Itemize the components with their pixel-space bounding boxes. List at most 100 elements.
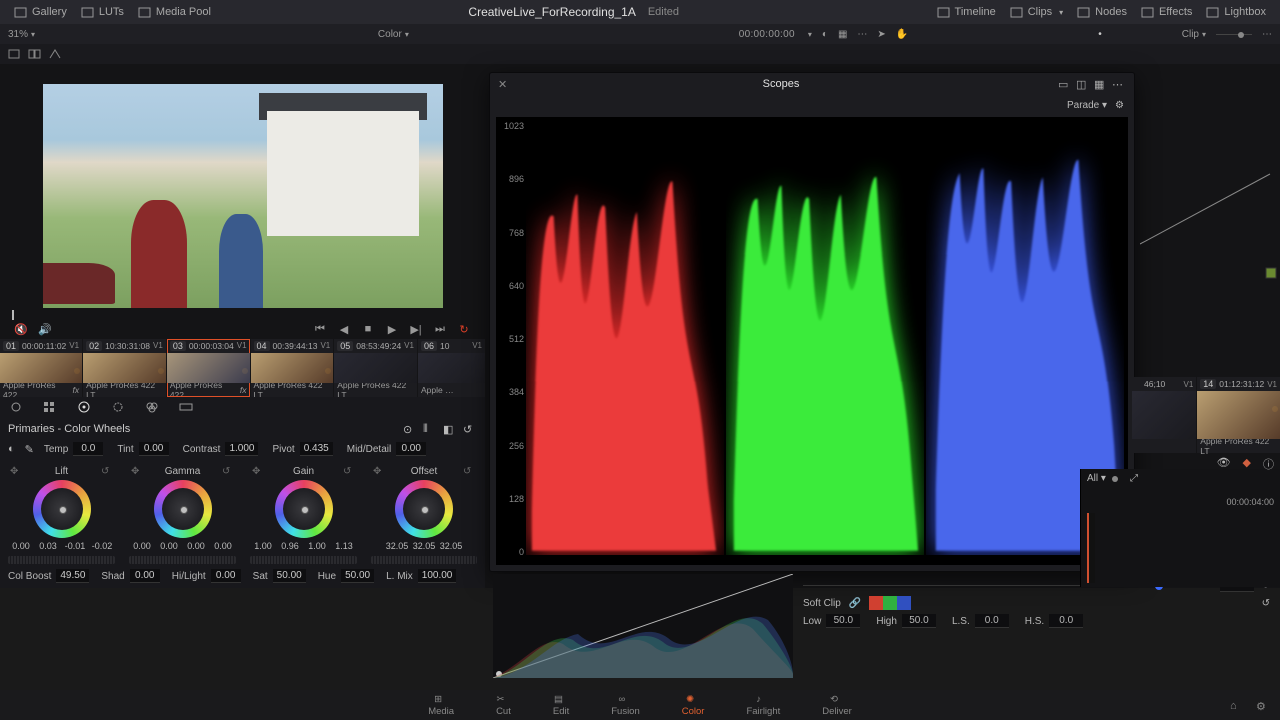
loop-button[interactable]: ↻ bbox=[455, 322, 473, 336]
grid-icon[interactable]: ▦ bbox=[838, 29, 847, 40]
wheel-value[interactable]: -0.01 bbox=[62, 541, 88, 551]
reset-icon[interactable]: ↺ bbox=[1262, 598, 1270, 609]
mediapool-button[interactable]: Media Pool bbox=[132, 4, 217, 21]
next-button[interactable]: ▶| bbox=[407, 322, 425, 336]
page-mode[interactable]: Color bbox=[378, 29, 402, 40]
volume-icon[interactable]: 🔊 bbox=[36, 322, 54, 336]
page-tab-fusion[interactable]: ∞Fusion bbox=[611, 694, 640, 717]
clip-thumbnail[interactable]: 0400:39:44:13V1 Apple ProRes 422 LT bbox=[251, 339, 334, 398]
clip-dropdown[interactable]: Clip▾ bbox=[1182, 29, 1206, 40]
mute-icon[interactable]: 🔇 bbox=[12, 322, 30, 336]
wheel-value[interactable]: 0.03 bbox=[35, 541, 61, 551]
page-tab-edit[interactable]: ▤Edit bbox=[553, 694, 569, 717]
clip-thumbnail[interactable]: 0100:00:11:02V1 Apple ProRes 422…fx bbox=[0, 339, 82, 398]
timeline-button[interactable]: Timeline bbox=[931, 4, 1002, 21]
prev-button[interactable]: ◀ bbox=[335, 322, 353, 336]
picker-icon[interactable]: ✥ bbox=[10, 466, 22, 478]
scope-mode-dropdown[interactable]: Parade ▾ bbox=[1067, 100, 1107, 111]
page-tab-fairlight[interactable]: ♪Fairlight bbox=[746, 694, 780, 717]
scrub-playhead[interactable] bbox=[12, 310, 14, 320]
expand-icon[interactable]: ⤢ bbox=[1130, 473, 1138, 484]
info-icon[interactable]: ⓘ bbox=[1263, 456, 1274, 472]
more-icon[interactable]: ⋯ bbox=[857, 29, 867, 40]
home-icon[interactable]: ⌂ bbox=[1230, 700, 1244, 714]
node-color-icon[interactable]: ◆ bbox=[1243, 456, 1251, 472]
page-tab-deliver[interactable]: ⟲Deliver bbox=[822, 694, 852, 717]
param-value[interactable]: 0.00 bbox=[211, 569, 241, 583]
gallery-button[interactable]: Gallery bbox=[8, 4, 73, 21]
clip-thumbnail[interactable]: 0610V1 Apple … bbox=[418, 339, 485, 398]
param-value[interactable]: 0.00 bbox=[130, 569, 160, 583]
keyframes-panel[interactable]: All ▾ ⤢ 00:00:04:00 bbox=[1080, 469, 1280, 587]
clip-thumbnail[interactable]: 1401:12:31:12V1 Apple ProRes 422 LT bbox=[1197, 377, 1280, 453]
clip-thumbnail[interactable]: 46;10V1 bbox=[1132, 377, 1196, 453]
more-icon[interactable]: ⋯ bbox=[1262, 29, 1272, 40]
first-frame-button[interactable]: ⏮ bbox=[311, 322, 329, 336]
scopes-window[interactable]: ✕ Scopes ▭ ◫ ▦ ⋯ Parade ▾ ⚙ 102389676864… bbox=[489, 72, 1135, 572]
bars-mode-icon[interactable]: ⦀ bbox=[423, 423, 437, 435]
color-wheel-gain[interactable] bbox=[275, 480, 333, 538]
wheel-value[interactable]: 1.13 bbox=[331, 541, 357, 551]
clips-button[interactable]: Clips▾ bbox=[1004, 4, 1069, 21]
more-icon[interactable]: ⋯ bbox=[1112, 78, 1126, 90]
param-value[interactable]: 0.0 bbox=[1049, 614, 1083, 628]
wheel-value[interactable]: 32.05 bbox=[411, 541, 437, 551]
wheel-value[interactable]: 32.05 bbox=[384, 541, 410, 551]
clip-thumbnail[interactable]: 0210:30:31:08V1 Apple ProRes 422 LT bbox=[83, 339, 166, 398]
color-match-icon[interactable] bbox=[42, 400, 58, 414]
master-jog[interactable] bbox=[8, 556, 115, 564]
param-value[interactable]: 50.0 bbox=[902, 614, 936, 628]
wheel-value[interactable]: 1.00 bbox=[304, 541, 330, 551]
luts-button[interactable]: LUTs bbox=[75, 4, 130, 21]
scope-settings-icon[interactable]: ⚙ bbox=[1115, 100, 1124, 111]
kf-all-dropdown[interactable]: All ▾ bbox=[1087, 473, 1106, 484]
reset-icon[interactable]: ↺ bbox=[222, 466, 234, 478]
param-value[interactable]: 0.00 bbox=[139, 442, 169, 456]
play-button[interactable]: ▶ bbox=[383, 322, 401, 336]
highlight-icon[interactable] bbox=[48, 48, 62, 60]
link-icon[interactable]: 🔗 bbox=[849, 598, 861, 609]
split-icon[interactable] bbox=[28, 48, 42, 60]
rgb-mixer-icon[interactable] bbox=[144, 400, 160, 414]
param-value[interactable]: 50.00 bbox=[273, 569, 306, 583]
nodes-button[interactable]: Nodes bbox=[1071, 4, 1133, 21]
clip-thumbnail[interactable]: 0300:00:03:04V1 Apple ProRes 422…fx bbox=[167, 339, 250, 398]
pick-white-icon[interactable]: ✎ bbox=[25, 443, 34, 456]
wheel-value[interactable]: 0.00 bbox=[183, 541, 209, 551]
param-value[interactable]: 100.00 bbox=[418, 569, 457, 583]
softclip-g-toggle[interactable] bbox=[883, 596, 897, 610]
auto-balance-icon[interactable]: ◐ bbox=[8, 443, 15, 455]
hand-icon[interactable]: ✋ bbox=[896, 29, 908, 40]
last-frame-button[interactable]: ⏭ bbox=[431, 322, 449, 336]
bypass-icon[interactable]: ◐ bbox=[822, 29, 828, 40]
softclip-b-toggle[interactable] bbox=[897, 596, 911, 610]
master-jog[interactable] bbox=[129, 556, 236, 564]
color-wheel-gamma[interactable] bbox=[154, 480, 212, 538]
param-value[interactable]: 50.0 bbox=[826, 614, 860, 628]
param-value[interactable]: 49.50 bbox=[56, 569, 89, 583]
eye-icon[interactable]: 👁 bbox=[1217, 456, 1231, 472]
overlay-icon[interactable] bbox=[8, 48, 22, 60]
effects-button[interactable]: Effects bbox=[1135, 4, 1198, 21]
param-value[interactable]: 0.00 bbox=[396, 442, 426, 456]
reset-icon[interactable]: ↺ bbox=[463, 423, 477, 435]
wheels-icon[interactable] bbox=[76, 400, 92, 414]
wheel-value[interactable]: 32.05 bbox=[438, 541, 464, 551]
reset-icon[interactable]: ↺ bbox=[463, 466, 475, 478]
zoom-level[interactable]: 31%▾ bbox=[8, 29, 48, 40]
wheel-value[interactable]: 0.00 bbox=[129, 541, 155, 551]
reset-icon[interactable]: ↺ bbox=[343, 466, 355, 478]
page-tab-color[interactable]: ✺Color bbox=[682, 694, 705, 717]
wheel-value[interactable]: -0.02 bbox=[89, 541, 115, 551]
wheel-value[interactable]: 0.00 bbox=[210, 541, 236, 551]
curves-panel[interactable] bbox=[493, 574, 793, 678]
viewer-timecode[interactable]: 00:00:00:00 bbox=[739, 29, 795, 40]
param-value[interactable]: 0.435 bbox=[300, 442, 333, 456]
lightbox-button[interactable]: Lightbox bbox=[1200, 4, 1272, 21]
picker-icon[interactable]: ✥ bbox=[131, 466, 143, 478]
page-tab-media[interactable]: ⊞Media bbox=[428, 694, 454, 717]
color-wheel-lift[interactable] bbox=[33, 480, 91, 538]
reset-icon[interactable]: ↺ bbox=[101, 466, 113, 478]
camera-raw-icon[interactable] bbox=[8, 400, 24, 414]
picker-icon[interactable]: ✥ bbox=[373, 466, 385, 478]
